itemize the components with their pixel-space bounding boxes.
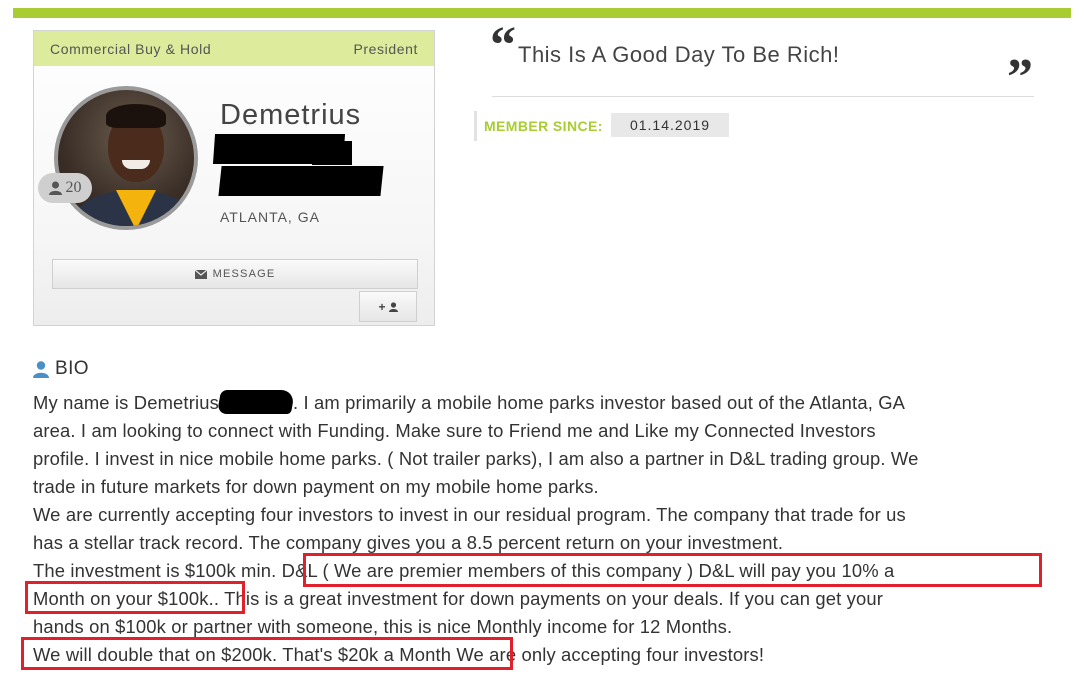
user-icon xyxy=(388,301,398,312)
user-icon xyxy=(33,360,49,378)
quote-divider xyxy=(492,96,1034,97)
bio-line: We are currently accepting four investor… xyxy=(33,504,906,525)
bio-line-text: . I am primarily a mobile home parks inv… xyxy=(292,392,906,413)
bio-line-text: My name is Demetrius xyxy=(33,392,219,413)
redaction-mark xyxy=(312,141,352,165)
bio-line: area. I am looking to connect with Fundi… xyxy=(33,420,876,441)
profile-name: Demetrius xyxy=(220,99,362,131)
bio-line: profile. I invest in nice mobile home pa… xyxy=(33,448,919,469)
member-since-label: MEMBER SINCE: xyxy=(484,118,603,134)
friend-count-badge[interactable]: 20 xyxy=(38,173,92,203)
add-friend-button[interactable]: + xyxy=(359,291,417,322)
profile-location: ATLANTA, GA xyxy=(220,209,320,225)
redaction-mark xyxy=(216,390,296,414)
bio-text: My name is Demetrius . I am primarily a m… xyxy=(33,389,1063,669)
top-accent-bar xyxy=(13,8,1071,18)
profile-quote: This Is A Good Day To Be Rich! xyxy=(518,42,840,67)
profile-card: Commercial Buy & Hold President 20 Demet… xyxy=(33,30,435,326)
avatar-hair xyxy=(106,104,166,128)
bio-line: trade in future markets for down payment… xyxy=(33,476,599,497)
highlight-box xyxy=(303,553,1042,587)
redaction-mark xyxy=(218,166,384,196)
quote-open-icon: “ xyxy=(490,17,516,74)
message-label: MESSAGE xyxy=(212,268,276,280)
role-label: President xyxy=(353,40,418,57)
bio-title: BIO xyxy=(55,358,89,379)
bio-header: BIO xyxy=(33,358,89,380)
member-since-date: 01.14.2019 xyxy=(611,113,729,137)
profile-card-header: Commercial Buy & Hold President xyxy=(34,31,434,66)
message-button[interactable]: MESSAGE xyxy=(52,259,418,289)
highlight-box xyxy=(25,581,245,614)
bio-line: My name is Demetrius . I am primarily a m… xyxy=(33,389,1063,417)
member-since-accent xyxy=(474,111,477,141)
avatar[interactable] xyxy=(54,86,198,230)
envelope-icon xyxy=(194,269,207,279)
plus-label: + xyxy=(378,299,386,314)
highlight-box xyxy=(21,637,513,670)
category-label: Commercial Buy & Hold xyxy=(50,40,212,57)
friend-count: 20 xyxy=(65,179,82,196)
user-icon xyxy=(48,181,62,195)
